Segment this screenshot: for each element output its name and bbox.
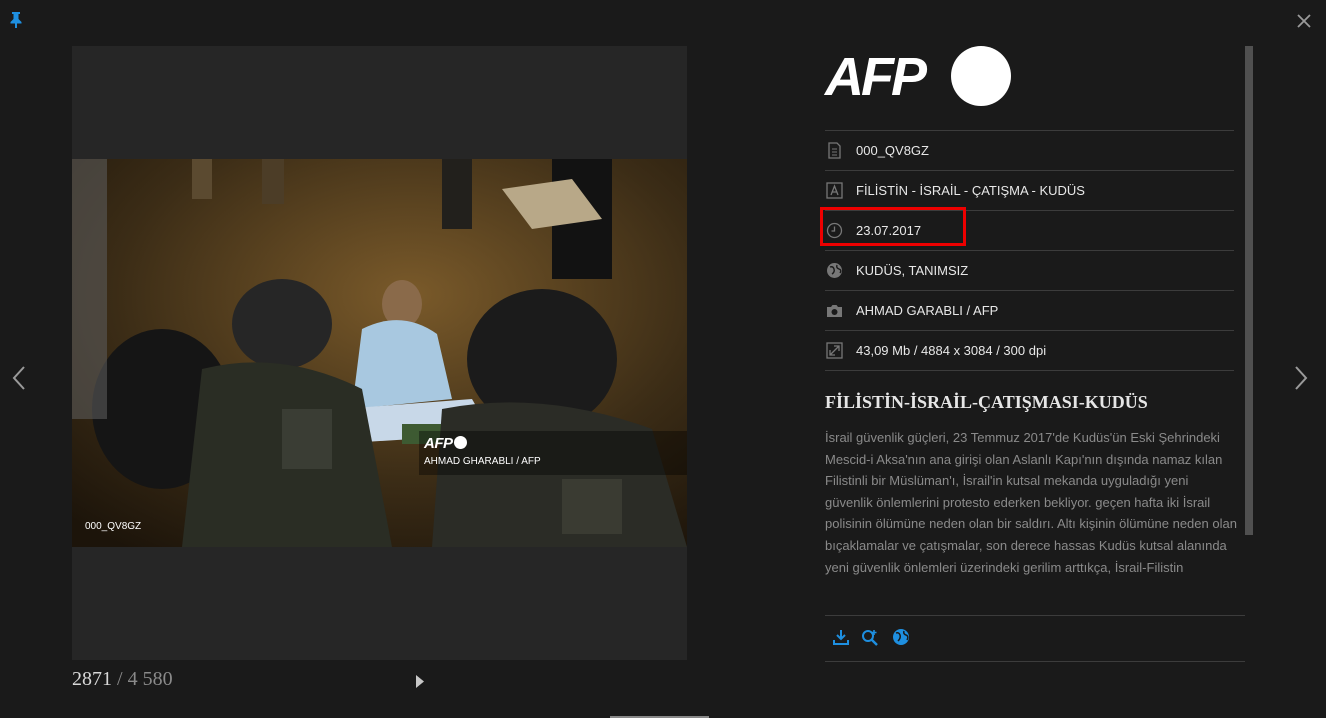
watermark-logo: AFP (424, 435, 467, 452)
metadata-list: 000_QV8GZ FİLİSTİN - İSRAİL - ÇATIŞMA - … (825, 130, 1234, 371)
meta-row-photographer: AHMAD GARABLI / AFP (825, 291, 1234, 331)
download-icon[interactable] (832, 628, 850, 646)
action-bar (825, 615, 1245, 662)
news-photo[interactable]: AFP AHMAD GHARABLI / AFP 000_QV8GZ (72, 159, 687, 547)
counter-separator: / (117, 668, 123, 690)
text-letter-icon (826, 182, 843, 199)
previous-arrow-icon[interactable] (10, 364, 28, 392)
zoom-in-icon[interactable] (861, 628, 879, 646)
article-title: FİLİSTİN-İSRAİL-ÇATIŞMASI-KUDÜS (825, 392, 1148, 412)
meta-row-filesize: 43,09 Mb / 4884 x 3084 / 300 dpi (825, 331, 1234, 371)
globe-icon (826, 262, 843, 279)
image-counter: 2871 / 4 580 (72, 668, 173, 691)
resize-icon (826, 342, 843, 359)
close-icon[interactable] (1296, 13, 1312, 29)
watermark-credit: AHMAD GHARABLI / AFP (424, 456, 541, 467)
camera-icon (826, 302, 843, 319)
globe-icon[interactable] (892, 628, 910, 646)
next-arrow-icon[interactable] (1292, 364, 1310, 392)
counter-total: 4 580 (127, 668, 173, 690)
meta-row-location: KUDÜS, TANIMSIZ (825, 251, 1234, 291)
article-body: İsrail güvenlik güçleri, 23 Temmuz 2017'… (825, 430, 1237, 575)
photo-reference-id: 000_QV8GZ (85, 521, 142, 532)
play-button[interactable] (414, 673, 426, 690)
info-panel: AFP 000_QV8GZ FİLİSTİN - İSRAİL - ÇATIŞM… (825, 46, 1245, 666)
image-viewer: AFP AHMAD GHARABLI / AFP 000_QV8GZ (72, 46, 687, 660)
afp-logo: AFP (825, 46, 1025, 108)
date-highlight-box (820, 207, 966, 246)
document-icon (826, 142, 843, 159)
meta-row-headline: FİLİSTİN - İSRAİL - ÇATIŞMA - KUDÜS (825, 171, 1234, 211)
counter-current: 2871 (72, 668, 112, 690)
pin-icon[interactable] (9, 11, 23, 29)
panel-scrollbar[interactable] (1245, 46, 1253, 535)
meta-row-id: 000_QV8GZ (825, 131, 1234, 171)
